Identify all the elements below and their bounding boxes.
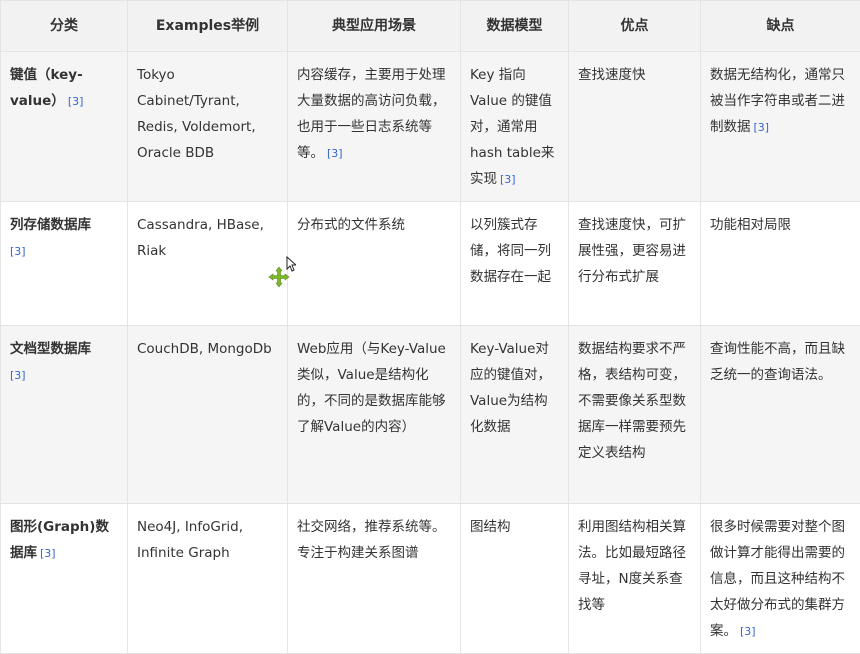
header-pros: 优点 xyxy=(569,1,701,52)
model-cell: Key 指向 Value 的键值对，通常用hash table来实现[3] xyxy=(461,52,569,202)
reference-link[interactable]: [3] xyxy=(500,173,516,186)
scenario-text: 内容缓存，主要用于处理大量数据的高访问负载，也用于一些日志系统等等。 xyxy=(297,67,446,161)
scenario-cell: 内容缓存，主要用于处理大量数据的高访问负载，也用于一些日志系统等等。[3] xyxy=(288,52,461,202)
table-row: 键值（key-value）[3] Tokyo Cabinet/Tyrant, R… xyxy=(1,52,860,202)
pros-cell: 利用图结构相关算法。比如最短路径寻址，N度关系查找等 xyxy=(569,504,701,654)
cons-cell: 很多时候需要对整个图做计算才能得出需要的信息，而且这种结构不太好做分布式的集群方… xyxy=(701,504,860,654)
reference-link[interactable]: [3] xyxy=(740,625,756,638)
scenario-cell: 分布式的文件系统 xyxy=(288,202,461,326)
header-scenario: 典型应用场景 xyxy=(288,1,461,52)
pros-cell: 查找速度快，可扩展性强，更容易进行分布式扩展 xyxy=(569,202,701,326)
category-cell: 文档型数据库 [3] xyxy=(1,326,128,504)
reference-link[interactable]: [3] xyxy=(327,147,343,160)
reference-link[interactable]: [3] xyxy=(10,245,26,258)
nosql-comparison-table: 分类 Examples举例 典型应用场景 数据模型 优点 缺点 键值（key-v… xyxy=(0,0,860,654)
scenario-cell: 社交网络，推荐系统等。专注于构建关系图谱 xyxy=(288,504,461,654)
table-row: 文档型数据库 [3] CouchDB, MongoDb Web应用（与Key-Va… xyxy=(1,326,860,504)
pros-cell: 查找速度快 xyxy=(569,52,701,202)
cons-text: 数据无结构化，通常只被当作字符串或者二进制数据 xyxy=(710,67,845,135)
model-cell: 以列簇式存储，将同一列数据存在一起 xyxy=(461,202,569,326)
reference-link[interactable]: [3] xyxy=(10,369,26,382)
model-text: Key 指向 Value 的键值对，通常用hash table来实现 xyxy=(470,67,554,187)
examples-cell: Cassandra, HBase, Riak xyxy=(128,202,288,326)
cons-cell: 数据无结构化，通常只被当作字符串或者二进制数据[3] xyxy=(701,52,860,202)
pros-cell: 数据结构要求不严格，表结构可变，不需要像关系型数据库一样需要预先定义表结构 xyxy=(569,326,701,504)
header-model: 数据模型 xyxy=(461,1,569,52)
reference-link[interactable]: [3] xyxy=(754,121,770,134)
examples-cell: Tokyo Cabinet/Tyrant, Redis, Voldemort, … xyxy=(128,52,288,202)
model-cell: 图结构 xyxy=(461,504,569,654)
category-cell: 图形(Graph)数据库[3] xyxy=(1,504,128,654)
cons-cell: 查询性能不高，而且缺乏统一的查询语法。 xyxy=(701,326,860,504)
header-cons: 缺点 xyxy=(701,1,860,52)
reference-link[interactable]: [3] xyxy=(68,95,84,108)
table-row: 列存储数据库 [3] Cassandra, HBase, Riak 分布式的文件系… xyxy=(1,202,860,326)
category-label: 文档型数据库 xyxy=(10,341,91,357)
header-examples: Examples举例 xyxy=(128,1,288,52)
header-category: 分类 xyxy=(1,1,128,52)
reference-link[interactable]: [3] xyxy=(40,547,56,560)
model-cell: Key-Value对应的键值对，Value为结构化数据 xyxy=(461,326,569,504)
examples-cell: CouchDB, MongoDb xyxy=(128,326,288,504)
table-row: 图形(Graph)数据库[3] Neo4J, InfoGrid, Infinit… xyxy=(1,504,860,654)
category-label: 图形(Graph)数据库 xyxy=(10,519,109,561)
category-label: 列存储数据库 xyxy=(10,217,91,233)
category-cell: 键值（key-value）[3] xyxy=(1,52,128,202)
cons-cell: 功能相对局限 xyxy=(701,202,860,326)
table-header-row: 分类 Examples举例 典型应用场景 数据模型 优点 缺点 xyxy=(1,1,860,52)
move-cross-icon xyxy=(268,266,290,288)
category-cell: 列存储数据库 [3] xyxy=(1,202,128,326)
cons-text: 很多时候需要对整个图做计算才能得出需要的信息，而且这种结构不太好做分布式的集群方… xyxy=(710,519,845,639)
examples-cell: Neo4J, InfoGrid, Infinite Graph xyxy=(128,504,288,654)
scenario-cell: Web应用（与Key-Value类似，Value是结构化的，不同的是数据库能够了… xyxy=(288,326,461,504)
